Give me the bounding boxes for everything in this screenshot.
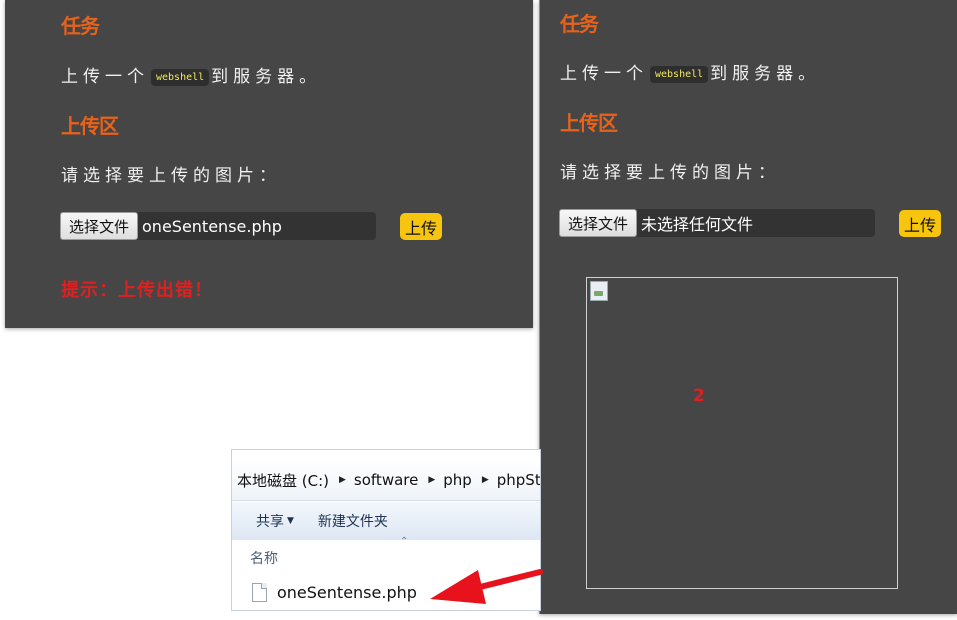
new-folder-label: 新建文件夹	[317, 514, 388, 530]
share-label: 共享	[256, 514, 284, 530]
upload-button[interactable]: 上传	[899, 210, 942, 237]
file-icon	[252, 583, 267, 602]
new-folder-button[interactable]: 新建文件夹	[318, 511, 388, 531]
left-upload-panel: 任务 上传一个 webshell 到服务器。 上传区 请选择要上传的图片： 选择文件…	[5, 0, 533, 328]
breadcrumb-arrow-icon[interactable]: ▶	[339, 475, 346, 485]
breadcrumb-arrow-icon[interactable]: ▶	[428, 475, 435, 485]
broken-image-icon	[590, 281, 608, 301]
error-message: 提示：上传出错！	[61, 280, 213, 301]
upload-heading: 上传区	[560, 111, 618, 135]
file-input[interactable]: 选择文件 oneSentense.php	[60, 212, 376, 240]
task-text-before: 上传一个	[61, 67, 149, 87]
upload-heading: 上传区	[61, 114, 119, 138]
task-code: webshell	[650, 66, 709, 83]
task-heading: 任务	[560, 12, 599, 36]
breadcrumb-software[interactable]: software	[354, 471, 418, 489]
choose-file-button[interactable]: 选择文件	[60, 212, 139, 240]
choose-file-button[interactable]: 选择文件	[559, 209, 638, 237]
dropdown-caret-icon: ▼	[287, 516, 294, 526]
selected-file-name: oneSentense.php	[142, 216, 282, 236]
task-description: 上传一个 webshell 到服务器。	[560, 59, 820, 84]
task-text-before: 上传一个	[560, 64, 648, 84]
right-upload-panel: 任务 上传一个 webshell 到服务器。 上传区 请选择要上传的图片： 选择文件…	[539, 0, 957, 614]
file-explorer-window: 本地磁盘 (C:) ▶ software ▶ php ▶ phpSt 共享 ▼ …	[231, 449, 541, 611]
task-code: webshell	[151, 69, 210, 86]
address-bar[interactable]: 本地磁盘 (C:) ▶ software ▶ php ▶ phpSt	[232, 460, 540, 501]
column-header-name[interactable]: 名称	[250, 548, 278, 568]
file-list-item-name: oneSentense.php	[277, 583, 417, 602]
breadcrumb-phpst[interactable]: phpSt	[497, 471, 540, 489]
breadcrumb-drive[interactable]: 本地磁盘 (C:)	[237, 470, 329, 491]
sort-caret-icon: ⌃	[400, 536, 409, 547]
preview-marker: 2	[693, 386, 705, 406]
share-menu[interactable]: 共享 ▼	[256, 511, 294, 531]
upload-prompt: 请选择要上传的图片：	[61, 166, 281, 186]
upload-button[interactable]: 上传	[400, 213, 443, 240]
file-input[interactable]: 选择文件 未选择任何文件	[559, 209, 875, 237]
selected-file-name: 未选择任何文件	[641, 215, 754, 234]
breadcrumb-php[interactable]: php	[443, 471, 472, 489]
breadcrumb-arrow-icon[interactable]: ▶	[482, 475, 489, 485]
task-text-after: 到服务器。	[710, 64, 821, 84]
image-preview: 2	[586, 277, 898, 589]
upload-prompt: 请选择要上传的图片：	[560, 163, 780, 183]
explorer-toolbar: 共享 ▼ 新建文件夹	[232, 502, 540, 540]
file-list-item[interactable]: oneSentense.php	[252, 583, 417, 602]
task-heading: 任务	[61, 14, 100, 38]
task-description: 上传一个 webshell 到服务器。	[61, 62, 321, 87]
task-text-after: 到服务器。	[211, 67, 322, 87]
